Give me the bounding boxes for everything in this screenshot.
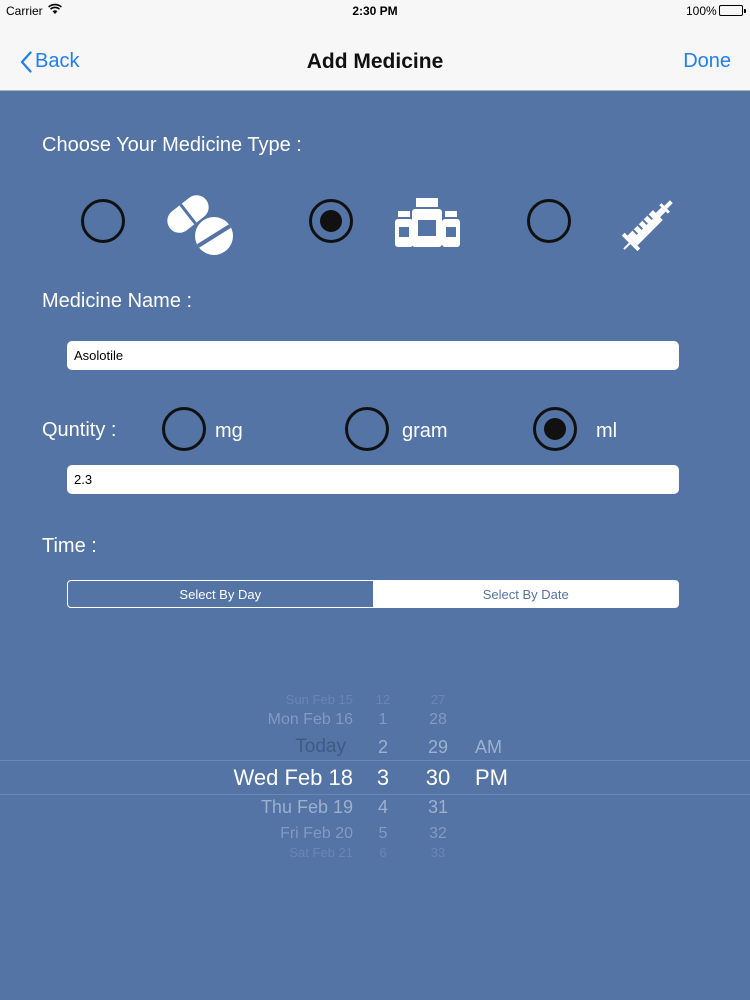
quantity-field[interactable] [67, 465, 679, 494]
picker-hour-item[interactable]: 2 [363, 737, 403, 758]
syringe-type-radio[interactable] [527, 199, 571, 243]
picker-minute-item[interactable]: 27 [413, 692, 463, 707]
pills-icon [167, 195, 233, 255]
status-time: 2:30 PM [352, 4, 398, 18]
navigation-bar: Back Add Medicine Done [0, 22, 750, 91]
picker-minute-item[interactable]: 31 [413, 797, 463, 818]
picker-minute-item[interactable]: 33 [413, 845, 463, 860]
battery-icon [719, 5, 746, 16]
unit-ml-label: ml [596, 420, 618, 442]
picker-day-item[interactable]: Sat Feb 21 [153, 845, 353, 860]
picker-ampm-item[interactable]: AM [475, 737, 535, 758]
unit-ml-radio[interactable] [533, 407, 577, 451]
unit-mg-radio[interactable] [162, 407, 206, 451]
picker-minute-item[interactable]: 32 [413, 825, 463, 843]
picker-day-selected[interactable]: Wed Feb 18 [153, 765, 353, 791]
picker-ampm-selected[interactable]: PM [475, 765, 535, 791]
battery-percent: 100% [686, 4, 717, 18]
time-mode-segmented-control: Select By Day Select By Date [67, 580, 679, 608]
picker-day-item[interactable]: Fri Feb 20 [153, 825, 353, 843]
picker-minute-selected[interactable]: 30 [413, 765, 463, 791]
picker-hour-item[interactable]: 1 [363, 711, 403, 729]
picker-hour-item[interactable]: 4 [363, 797, 403, 818]
pills-type-radio[interactable] [81, 199, 125, 243]
done-button[interactable]: Done [683, 50, 731, 73]
time-label: Time : [42, 535, 97, 557]
picker-day-item[interactable]: Thu Feb 19 [153, 797, 353, 818]
medicine-name-label: Medicine Name : [42, 290, 193, 312]
page-title: Add Medicine [306, 50, 444, 73]
select-by-day-segment[interactable]: Select By Day [68, 581, 374, 607]
syringe-icon [621, 200, 673, 252]
picker-hour-item[interactable]: 12 [363, 692, 403, 707]
picker-hour-item[interactable]: 6 [363, 845, 403, 860]
medicine-type-label: Choose Your Medicine Type : [42, 134, 302, 156]
select-by-date-segment[interactable]: Select By Date [373, 581, 678, 607]
quantity-label: Quntity : [42, 419, 117, 441]
unit-gram-label: gram [402, 420, 448, 442]
picker-day-item[interactable]: Sun Feb 15 [153, 692, 353, 707]
picker-minute-item[interactable]: 28 [413, 711, 463, 729]
picker-minute-item[interactable]: 29 [413, 737, 463, 758]
picker-day-item[interactable]: Mon Feb 16 [153, 711, 353, 729]
bottles-icon [395, 198, 460, 247]
picker-hour-item[interactable]: 5 [363, 825, 403, 843]
bottles-type-radio[interactable] [309, 199, 353, 243]
medicine-name-field[interactable] [67, 341, 679, 370]
unit-gram-radio[interactable] [345, 407, 389, 451]
picker-day-item[interactable]: Today [146, 736, 346, 758]
picker-hour-selected[interactable]: 3 [363, 765, 403, 791]
unit-mg-label: mg [215, 420, 243, 442]
status-bar: Carrier 2:30 PM 100% [0, 0, 750, 22]
